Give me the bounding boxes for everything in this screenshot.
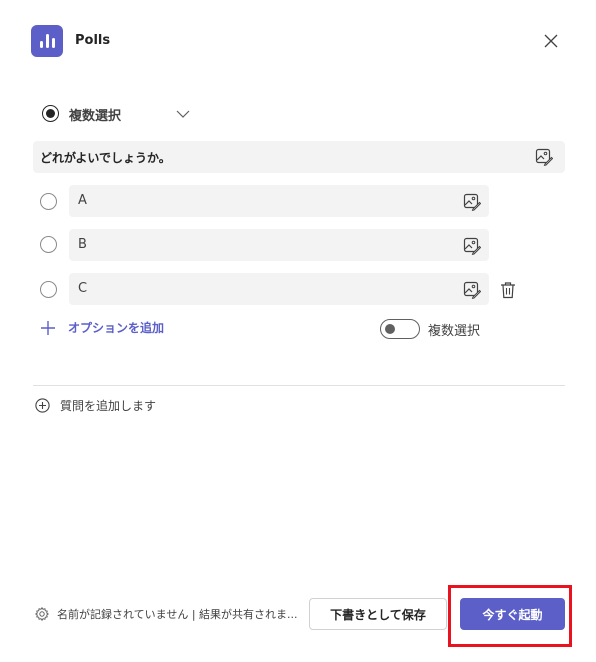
radio-selected-dot <box>46 109 55 118</box>
plus-icon <box>41 320 55 335</box>
question-image-button[interactable] <box>534 147 554 167</box>
option-radio[interactable] <box>40 236 57 253</box>
save-draft-button[interactable]: 下書きとして保存 <box>309 598 447 630</box>
option-input[interactable]: B <box>69 229 489 261</box>
poll-settings-button[interactable]: 名前が記録されていません | 結果が共有されま... <box>35 606 298 622</box>
add-option-label: オプションを追加 <box>68 321 165 335</box>
multi-select-toggle[interactable] <box>380 319 420 339</box>
option-image-button[interactable] <box>462 280 482 300</box>
polls-app-icon <box>31 25 63 57</box>
chevron-down-icon <box>176 110 190 118</box>
option-text: C <box>78 281 88 296</box>
add-circle-icon <box>35 398 50 413</box>
question-input[interactable]: どれがよいでしょうか。 <box>33 141 565 173</box>
option-text: A <box>78 193 87 208</box>
option-input[interactable]: C <box>69 273 489 305</box>
add-option-button[interactable]: オプションを追加 <box>40 319 164 336</box>
poll-bar <box>39 41 43 48</box>
close-icon <box>544 34 558 48</box>
question-text: どれがよいでしょうか。 <box>40 151 171 165</box>
add-image-icon <box>535 148 553 166</box>
multi-select-label: 複数選択 <box>428 324 481 339</box>
launch-now-button[interactable]: 今すぐ起動 <box>460 598 565 630</box>
toggle-knob <box>385 324 395 334</box>
add-question-label: 質問を追加します <box>60 399 157 413</box>
question-type-dropdown[interactable] <box>176 108 190 120</box>
delete-option-button[interactable] <box>499 280 517 300</box>
add-image-icon <box>463 237 481 255</box>
app-title: Polls <box>75 33 111 48</box>
question-type-radio[interactable] <box>42 105 59 122</box>
poll-bar <box>51 38 55 48</box>
close-button[interactable] <box>541 31 561 51</box>
poll-bar <box>45 34 49 48</box>
divider <box>33 385 565 386</box>
option-radio[interactable] <box>40 193 57 210</box>
option-text: B <box>78 237 87 252</box>
option-radio[interactable] <box>40 281 57 298</box>
settings-summary: 名前が記録されていません | 結果が共有されま... <box>57 608 298 621</box>
option-input[interactable]: A <box>69 185 489 217</box>
add-image-icon <box>463 193 481 211</box>
trash-icon <box>501 282 515 299</box>
question-type-label: 複数選択 <box>69 109 122 124</box>
add-question-button[interactable]: 質問を追加します <box>35 397 156 414</box>
option-image-button[interactable] <box>462 192 482 212</box>
option-image-button[interactable] <box>462 236 482 256</box>
gear-icon <box>35 607 49 621</box>
add-image-icon <box>463 281 481 299</box>
